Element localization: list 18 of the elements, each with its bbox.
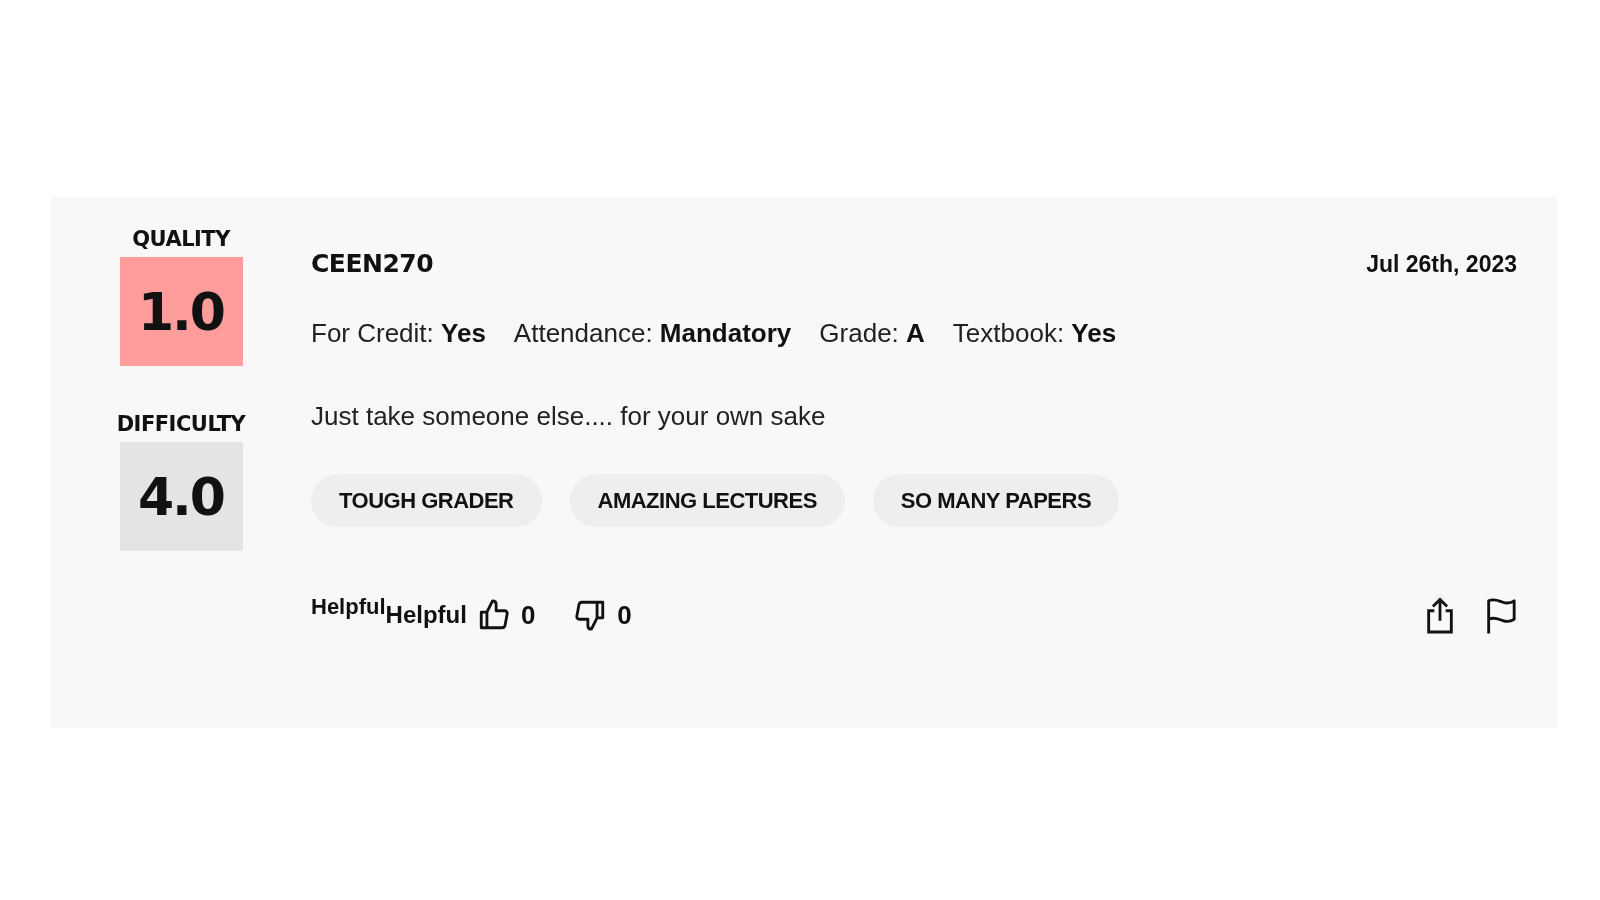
meta-item: Textbook: Yes [952,318,1117,349]
tag: SO MANY PAPERS [872,474,1120,527]
tag: AMAZING LECTURES [569,474,845,527]
thumbs-up-button[interactable]: 0 [476,598,536,632]
course-code: CEEN270 [311,249,434,278]
meta-item: For Credit: Yes [311,318,486,349]
helpful-label: Helpful [311,594,386,620]
meta-item: Attendance: Mandatory [513,318,792,349]
tag: TOUGH GRADER [311,474,542,527]
helpful-label: Helpful [385,601,467,629]
review-date: Jul 26th, 2023 [1366,251,1517,278]
thumbs-down-button[interactable]: 0 [573,598,632,632]
meta-item: Grade: A [819,318,925,349]
rating-score: 4.0 [119,442,243,551]
review-comment: Just take someone else.... for your own sake [311,401,827,432]
rating-score: 1.0 [119,257,243,366]
rating-label: DIFFICULTY [116,412,246,436]
rating-label: QUALITY [132,227,230,251]
